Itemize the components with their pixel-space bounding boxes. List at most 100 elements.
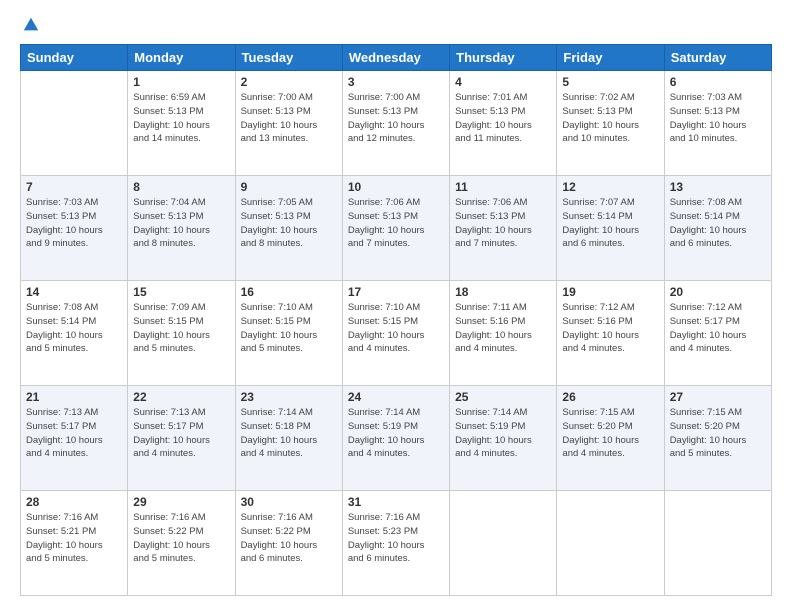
day-info: Sunrise: 7:05 AM Sunset: 5:13 PM Dayligh… <box>241 196 337 251</box>
day-number: 28 <box>26 495 122 509</box>
day-info: Sunrise: 7:07 AM Sunset: 5:14 PM Dayligh… <box>562 196 658 251</box>
day-info: Sunrise: 7:14 AM Sunset: 5:19 PM Dayligh… <box>348 406 444 461</box>
calendar-cell: 10 Sunrise: 7:06 AM Sunset: 5:13 PM Dayli… <box>342 176 449 281</box>
day-info: Sunrise: 6:59 AM Sunset: 5:13 PM Dayligh… <box>133 91 229 146</box>
day-number: 27 <box>670 390 766 404</box>
day-info: Sunrise: 7:16 AM Sunset: 5:21 PM Dayligh… <box>26 511 122 566</box>
column-header-wednesday: Wednesday <box>342 45 449 71</box>
calendar-cell: 24 Sunrise: 7:14 AM Sunset: 5:19 PM Dayli… <box>342 386 449 491</box>
day-number: 7 <box>26 180 122 194</box>
calendar-cell: 13 Sunrise: 7:08 AM Sunset: 5:14 PM Dayli… <box>664 176 771 281</box>
calendar-cell: 31 Sunrise: 7:16 AM Sunset: 5:23 PM Dayli… <box>342 491 449 596</box>
calendar-cell: 17 Sunrise: 7:10 AM Sunset: 5:15 PM Dayli… <box>342 281 449 386</box>
day-info: Sunrise: 7:15 AM Sunset: 5:20 PM Dayligh… <box>562 406 658 461</box>
day-info: Sunrise: 7:12 AM Sunset: 5:17 PM Dayligh… <box>670 301 766 356</box>
column-header-monday: Monday <box>128 45 235 71</box>
calendar-cell <box>664 491 771 596</box>
calendar-cell <box>450 491 557 596</box>
calendar-cell: 22 Sunrise: 7:13 AM Sunset: 5:17 PM Dayli… <box>128 386 235 491</box>
day-info: Sunrise: 7:15 AM Sunset: 5:20 PM Dayligh… <box>670 406 766 461</box>
day-info: Sunrise: 7:12 AM Sunset: 5:16 PM Dayligh… <box>562 301 658 356</box>
calendar-cell: 23 Sunrise: 7:14 AM Sunset: 5:18 PM Dayli… <box>235 386 342 491</box>
day-number: 3 <box>348 75 444 89</box>
calendar-cell: 21 Sunrise: 7:13 AM Sunset: 5:17 PM Dayli… <box>21 386 128 491</box>
calendar-cell: 16 Sunrise: 7:10 AM Sunset: 5:15 PM Dayli… <box>235 281 342 386</box>
day-info: Sunrise: 7:08 AM Sunset: 5:14 PM Dayligh… <box>26 301 122 356</box>
day-number: 15 <box>133 285 229 299</box>
day-info: Sunrise: 7:06 AM Sunset: 5:13 PM Dayligh… <box>455 196 551 251</box>
column-header-friday: Friday <box>557 45 664 71</box>
calendar-cell <box>21 71 128 176</box>
calendar-header-row: SundayMondayTuesdayWednesdayThursdayFrid… <box>21 45 772 71</box>
day-number: 6 <box>670 75 766 89</box>
day-number: 25 <box>455 390 551 404</box>
day-info: Sunrise: 7:11 AM Sunset: 5:16 PM Dayligh… <box>455 301 551 356</box>
day-info: Sunrise: 7:14 AM Sunset: 5:18 PM Dayligh… <box>241 406 337 461</box>
day-info: Sunrise: 7:09 AM Sunset: 5:15 PM Dayligh… <box>133 301 229 356</box>
calendar-cell: 11 Sunrise: 7:06 AM Sunset: 5:13 PM Dayli… <box>450 176 557 281</box>
week-row-2: 7 Sunrise: 7:03 AM Sunset: 5:13 PM Daylig… <box>21 176 772 281</box>
day-number: 9 <box>241 180 337 194</box>
day-info: Sunrise: 7:04 AM Sunset: 5:13 PM Dayligh… <box>133 196 229 251</box>
page: SundayMondayTuesdayWednesdayThursdayFrid… <box>0 0 792 612</box>
day-number: 4 <box>455 75 551 89</box>
calendar-cell: 5 Sunrise: 7:02 AM Sunset: 5:13 PM Daylig… <box>557 71 664 176</box>
day-number: 13 <box>670 180 766 194</box>
day-info: Sunrise: 7:13 AM Sunset: 5:17 PM Dayligh… <box>26 406 122 461</box>
calendar-cell: 19 Sunrise: 7:12 AM Sunset: 5:16 PM Dayli… <box>557 281 664 386</box>
calendar-cell: 3 Sunrise: 7:00 AM Sunset: 5:13 PM Daylig… <box>342 71 449 176</box>
day-number: 1 <box>133 75 229 89</box>
logo-icon <box>22 16 40 34</box>
day-number: 30 <box>241 495 337 509</box>
day-number: 20 <box>670 285 766 299</box>
day-info: Sunrise: 7:16 AM Sunset: 5:22 PM Dayligh… <box>241 511 337 566</box>
calendar-cell <box>557 491 664 596</box>
calendar-cell: 6Sunrise: 7:03 AM Sunset: 5:13 PM Daylig… <box>664 71 771 176</box>
calendar-cell: 14Sunrise: 7:08 AM Sunset: 5:14 PM Dayli… <box>21 281 128 386</box>
day-info: Sunrise: 7:00 AM Sunset: 5:13 PM Dayligh… <box>241 91 337 146</box>
day-info: Sunrise: 7:16 AM Sunset: 5:22 PM Dayligh… <box>133 511 229 566</box>
day-number: 31 <box>348 495 444 509</box>
day-number: 8 <box>133 180 229 194</box>
calendar-cell: 7 Sunrise: 7:03 AM Sunset: 5:13 PM Daylig… <box>21 176 128 281</box>
calendar-cell: 15 Sunrise: 7:09 AM Sunset: 5:15 PM Dayli… <box>128 281 235 386</box>
day-info: Sunrise: 7:06 AM Sunset: 5:13 PM Dayligh… <box>348 196 444 251</box>
day-info: Sunrise: 7:03 AM Sunset: 5:13 PM Dayligh… <box>26 196 122 251</box>
day-number: 29 <box>133 495 229 509</box>
day-info: Sunrise: 7:10 AM Sunset: 5:15 PM Dayligh… <box>241 301 337 356</box>
day-number: 11 <box>455 180 551 194</box>
calendar-cell: 30 Sunrise: 7:16 AM Sunset: 5:22 PM Dayli… <box>235 491 342 596</box>
day-info: Sunrise: 7:08 AM Sunset: 5:14 PM Dayligh… <box>670 196 766 251</box>
day-number: 17 <box>348 285 444 299</box>
calendar-cell: 27 Sunrise: 7:15 AM Sunset: 5:20 PM Dayli… <box>664 386 771 491</box>
day-number: 16 <box>241 285 337 299</box>
day-number: 5 <box>562 75 658 89</box>
day-number: 10 <box>348 180 444 194</box>
day-info: Sunrise: 7:10 AM Sunset: 5:15 PM Dayligh… <box>348 301 444 356</box>
day-number: 23 <box>241 390 337 404</box>
week-row-3: 14Sunrise: 7:08 AM Sunset: 5:14 PM Dayli… <box>21 281 772 386</box>
day-info: Sunrise: 7:13 AM Sunset: 5:17 PM Dayligh… <box>133 406 229 461</box>
calendar-cell: 20 Sunrise: 7:12 AM Sunset: 5:17 PM Dayli… <box>664 281 771 386</box>
calendar-table: SundayMondayTuesdayWednesdayThursdayFrid… <box>20 44 772 596</box>
column-header-saturday: Saturday <box>664 45 771 71</box>
calendar-cell: 9 Sunrise: 7:05 AM Sunset: 5:13 PM Daylig… <box>235 176 342 281</box>
day-number: 21 <box>26 390 122 404</box>
day-info: Sunrise: 7:02 AM Sunset: 5:13 PM Dayligh… <box>562 91 658 146</box>
day-number: 19 <box>562 285 658 299</box>
calendar-cell: 4Sunrise: 7:01 AM Sunset: 5:13 PM Daylig… <box>450 71 557 176</box>
week-row-1: 1 Sunrise: 6:59 AM Sunset: 5:13 PM Daylig… <box>21 71 772 176</box>
day-info: Sunrise: 7:00 AM Sunset: 5:13 PM Dayligh… <box>348 91 444 146</box>
week-row-5: 28 Sunrise: 7:16 AM Sunset: 5:21 PM Dayli… <box>21 491 772 596</box>
logo-text <box>20 16 40 34</box>
day-number: 22 <box>133 390 229 404</box>
logo <box>20 16 40 34</box>
day-number: 2 <box>241 75 337 89</box>
day-number: 24 <box>348 390 444 404</box>
day-info: Sunrise: 7:16 AM Sunset: 5:23 PM Dayligh… <box>348 511 444 566</box>
calendar-cell: 18Sunrise: 7:11 AM Sunset: 5:16 PM Dayli… <box>450 281 557 386</box>
calendar-cell: 25 Sunrise: 7:14 AM Sunset: 5:19 PM Dayli… <box>450 386 557 491</box>
day-info: Sunrise: 7:14 AM Sunset: 5:19 PM Dayligh… <box>455 406 551 461</box>
calendar-cell: 29 Sunrise: 7:16 AM Sunset: 5:22 PM Dayli… <box>128 491 235 596</box>
column-header-sunday: Sunday <box>21 45 128 71</box>
